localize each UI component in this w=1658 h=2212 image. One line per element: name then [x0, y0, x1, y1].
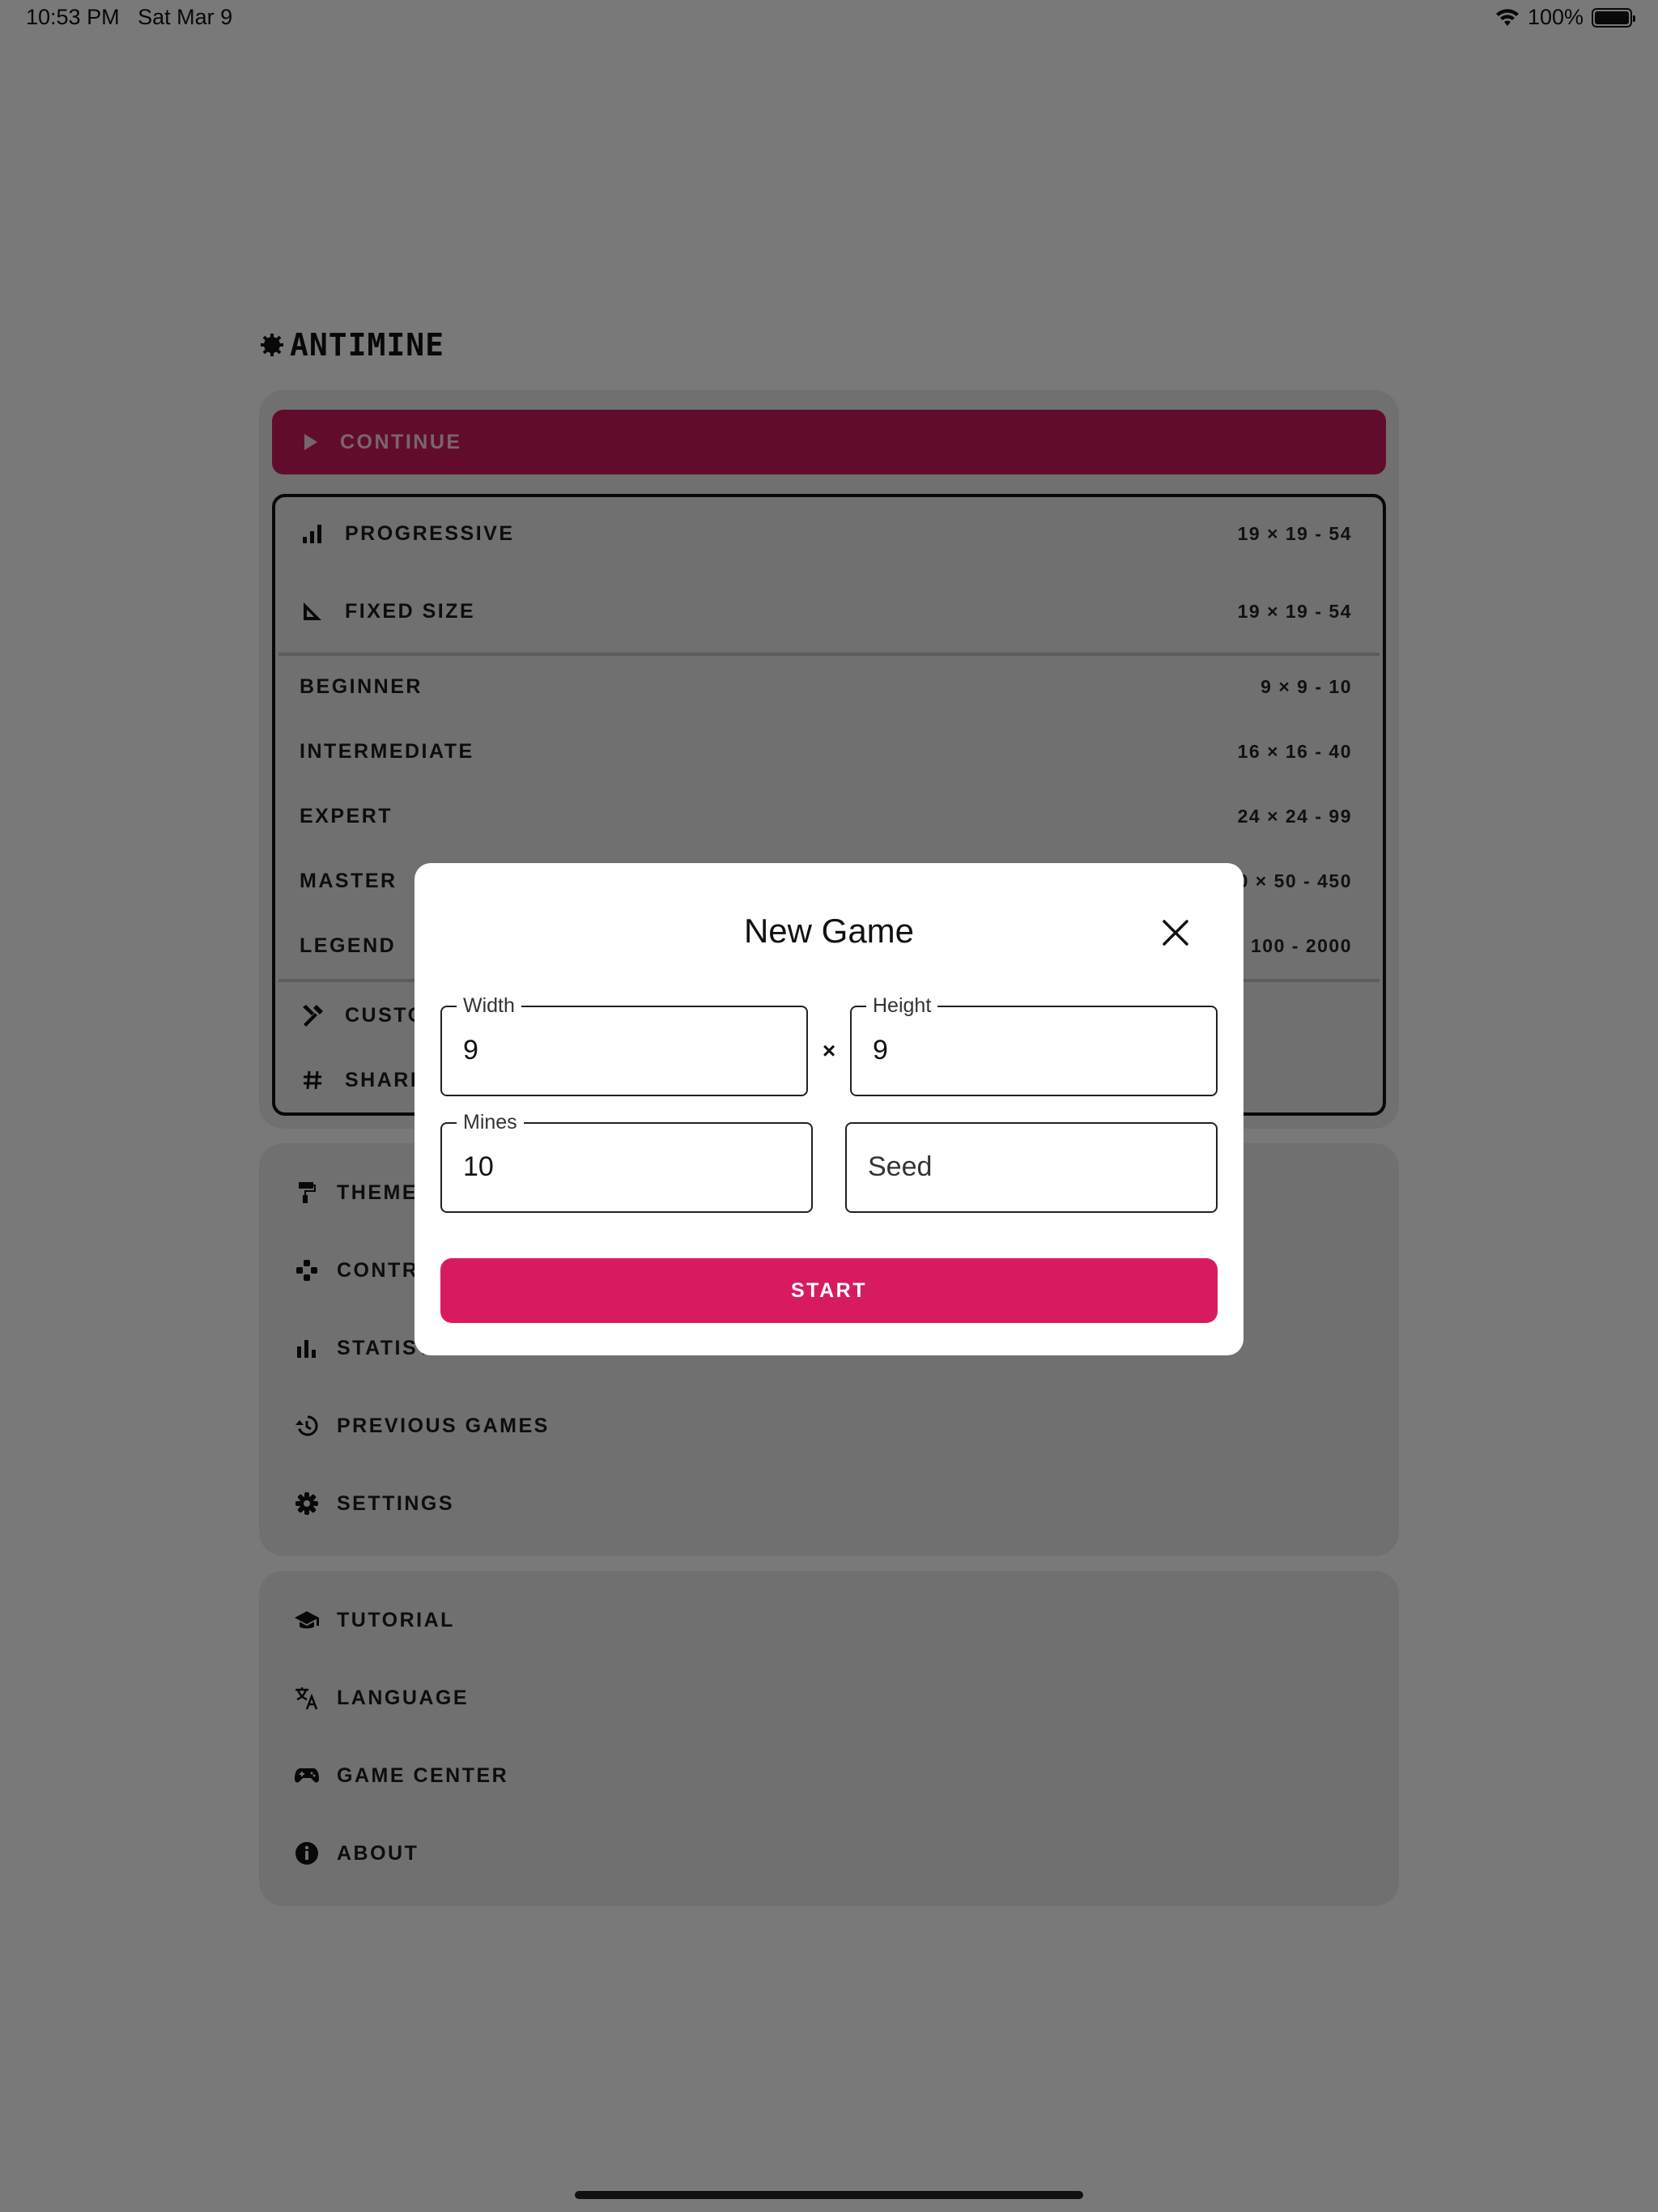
seed-field[interactable]: Seed — [845, 1122, 1218, 1213]
mines-field[interactable]: Mines 10 — [440, 1111, 813, 1213]
mines-value: 10 — [463, 1151, 494, 1182]
close-icon — [1163, 920, 1188, 946]
height-value: 9 — [873, 1035, 888, 1066]
times-symbol: × — [822, 1038, 836, 1063]
close-button[interactable] — [1156, 913, 1195, 952]
seed-placeholder: Seed — [868, 1151, 933, 1182]
start-button[interactable]: START — [440, 1258, 1218, 1323]
dialog-title: New Game — [743, 912, 915, 950]
height-label: Height — [866, 994, 938, 1018]
width-value: 9 — [463, 1035, 478, 1066]
home-indicator[interactable] — [575, 2191, 1083, 2199]
width-field[interactable]: Width 9 — [440, 994, 808, 1096]
height-field[interactable]: Height 9 — [850, 994, 1218, 1096]
mines-label: Mines — [457, 1111, 524, 1134]
width-label: Width — [457, 994, 521, 1018]
new-game-dialog: New Game Width 9 × Height 9 Mines 10 See… — [414, 863, 1244, 1355]
